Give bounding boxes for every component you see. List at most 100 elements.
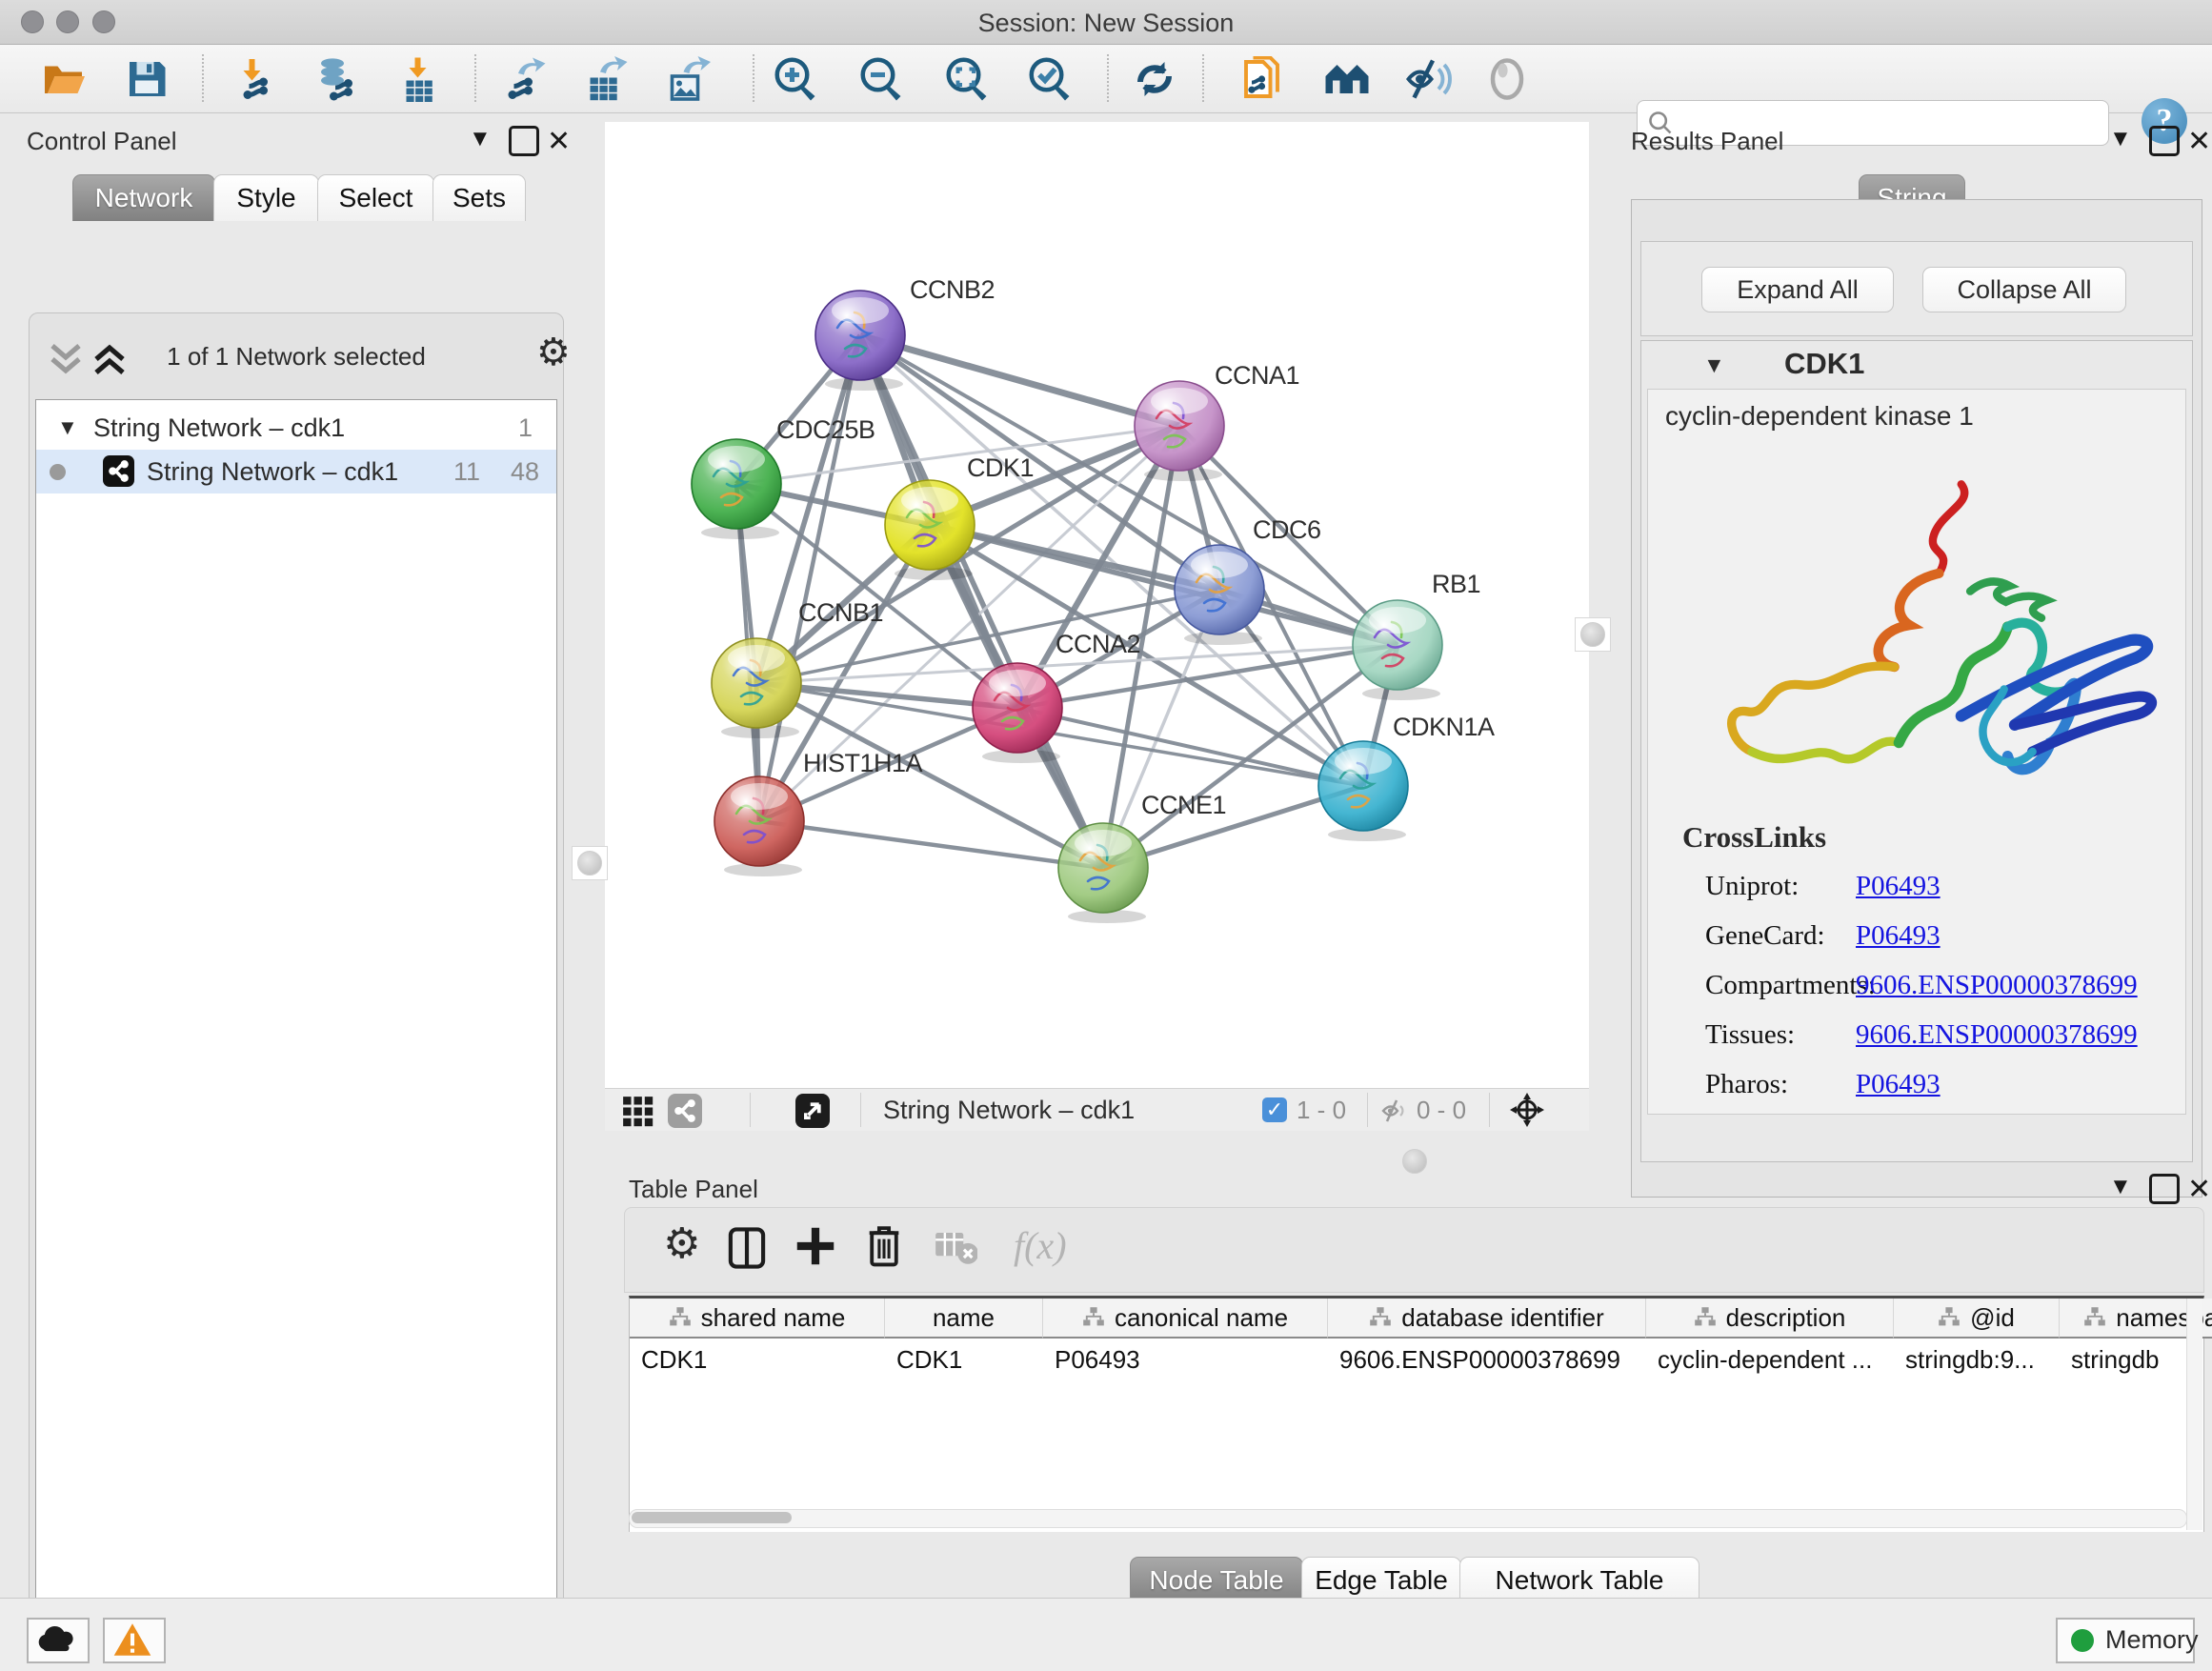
crosslink-label: Compartments: bbox=[1705, 970, 1876, 1001]
zoom-fit-icon[interactable] bbox=[943, 56, 993, 102]
table-delete-icon[interactable] bbox=[865, 1223, 903, 1272]
table-cell[interactable]: P06493 bbox=[1043, 1340, 1328, 1379]
zoom-selected-icon[interactable] bbox=[1026, 56, 1076, 102]
column-header-description[interactable]: description bbox=[1646, 1299, 1894, 1339]
network-node[interactable]: HIST1H1A bbox=[714, 749, 923, 876]
network-current-dot-icon bbox=[50, 464, 66, 480]
save-session-icon[interactable] bbox=[122, 56, 171, 102]
column-header-name[interactable]: name bbox=[885, 1299, 1043, 1339]
warning-button[interactable] bbox=[103, 1618, 166, 1663]
main-toolbar: ? bbox=[0, 45, 2212, 113]
table-hscrollbar[interactable] bbox=[629, 1509, 2187, 1528]
network-canvas[interactable]: CCNB2 CCNA1 CDC25B bbox=[605, 122, 1589, 1088]
tab-network[interactable]: Network bbox=[72, 174, 215, 221]
network-edge[interactable] bbox=[930, 525, 1398, 645]
results-panel-close-icon[interactable]: ✕ bbox=[2187, 125, 2211, 158]
network-node-label: CCNB2 bbox=[910, 275, 995, 304]
open-session-icon[interactable] bbox=[40, 56, 90, 102]
selected-counts: 1 - 0 bbox=[1297, 1096, 1346, 1125]
crosslink-label: Uniprot: bbox=[1705, 871, 1799, 902]
table-cell[interactable]: 9606.ENSP00000378699 bbox=[1328, 1340, 1646, 1379]
network-edge[interactable] bbox=[860, 335, 1179, 426]
control-panel-close-icon[interactable]: ✕ bbox=[547, 125, 571, 158]
crosslink-link[interactable]: P06493 bbox=[1856, 871, 1941, 902]
hide-eye-icon[interactable] bbox=[1402, 56, 1452, 102]
canvas-toolbar: String Network – cdk1 ✓ 1 - 0 0 - 0 bbox=[605, 1088, 1589, 1131]
results-button-row: Expand All Collapse All bbox=[1640, 241, 2193, 336]
network-edge[interactable] bbox=[1017, 708, 1363, 786]
tab-sets[interactable]: Sets bbox=[432, 174, 526, 221]
expand-all-button[interactable]: Expand All bbox=[1701, 267, 1894, 312]
table-panel-float-icon[interactable] bbox=[2149, 1174, 2180, 1204]
memory-button[interactable]: Memory bbox=[2056, 1618, 2195, 1663]
birdseye-view-icon[interactable] bbox=[795, 1094, 830, 1128]
table-columns-icon[interactable] bbox=[728, 1227, 766, 1274]
status-bar: Memory bbox=[0, 1598, 2212, 1671]
import-table-icon[interactable] bbox=[394, 56, 444, 102]
crosslink-link[interactable]: 9606.ENSP00000378699 bbox=[1856, 1019, 2138, 1051]
refresh-icon[interactable] bbox=[1130, 56, 1179, 102]
column-header--id[interactable]: @id bbox=[1894, 1299, 2060, 1339]
network-row[interactable]: String Network – cdk1 11 48 bbox=[36, 450, 556, 493]
zoom-in-icon[interactable] bbox=[772, 56, 821, 102]
network-edge[interactable] bbox=[759, 821, 1103, 868]
tab-edge-table[interactable]: Edge Table bbox=[1301, 1557, 1461, 1603]
homes-icon[interactable] bbox=[1322, 56, 1372, 102]
table-panel-collapse-icon[interactable]: ▼ bbox=[2109, 1174, 2132, 1200]
column-header-canonical-name[interactable]: canonical name bbox=[1043, 1299, 1328, 1339]
table-add-icon[interactable] bbox=[794, 1225, 836, 1272]
grid-view-icon[interactable] bbox=[622, 1096, 654, 1133]
export-network-icon[interactable] bbox=[499, 56, 549, 102]
control-panel-float-icon[interactable] bbox=[509, 126, 539, 156]
network-node[interactable]: RB1 bbox=[1353, 570, 1480, 700]
collection-count: 1 bbox=[518, 406, 533, 450]
collapse-all-button[interactable]: Collapse All bbox=[1922, 267, 2126, 312]
network-node[interactable]: CDKN1A bbox=[1318, 713, 1495, 841]
protein-description: cyclin-dependent kinase 1 bbox=[1665, 401, 1974, 432]
right-splitter[interactable] bbox=[1575, 617, 1611, 652]
cdk1-expander-icon[interactable]: ▼ bbox=[1703, 352, 1725, 378]
selected-checkbox-icon[interactable]: ✓ bbox=[1262, 1097, 1287, 1122]
left-splitter[interactable] bbox=[572, 846, 608, 880]
fit-selection-crosshair-icon[interactable] bbox=[1508, 1091, 1546, 1134]
control-panel-collapse-icon[interactable]: ▼ bbox=[469, 126, 492, 152]
cloud-button[interactable] bbox=[27, 1618, 90, 1663]
network-node[interactable]: CCNB1 bbox=[712, 598, 883, 738]
network-collection-row[interactable]: ▼ String Network – cdk1 1 bbox=[36, 406, 556, 450]
network-options-gear-icon[interactable]: ⚙ bbox=[536, 331, 571, 374]
tab-select[interactable]: Select bbox=[317, 174, 434, 221]
results-panel-float-icon[interactable] bbox=[2149, 126, 2180, 156]
network-edge[interactable] bbox=[860, 335, 1103, 868]
table-gear-icon[interactable]: ⚙ bbox=[663, 1223, 700, 1265]
table-cell[interactable]: CDK1 bbox=[630, 1340, 885, 1379]
export-table-icon[interactable] bbox=[581, 56, 631, 102]
column-header-database-identifier[interactable]: database identifier bbox=[1328, 1299, 1646, 1339]
tab-network-table[interactable]: Network Table bbox=[1459, 1557, 1699, 1603]
tab-style[interactable]: Style bbox=[213, 174, 319, 221]
table-cell[interactable]: cyclin-dependent ... bbox=[1646, 1340, 1894, 1379]
crosslink-link[interactable]: P06493 bbox=[1856, 920, 1941, 952]
export-image-icon[interactable] bbox=[663, 56, 713, 102]
table-cell[interactable]: stringdb:9... bbox=[1894, 1340, 2060, 1379]
network-node[interactable]: CCNE1 bbox=[1058, 791, 1226, 923]
crosslink-link[interactable]: 9606.ENSP00000378699 bbox=[1856, 970, 2138, 1001]
network-graph: CCNB2 CCNA1 CDC25B bbox=[605, 122, 1589, 1088]
tab-node-table[interactable]: Node Table bbox=[1130, 1557, 1303, 1603]
network-node-label: CDK1 bbox=[967, 453, 1034, 482]
crosslink-link[interactable]: P06493 bbox=[1856, 1069, 1941, 1100]
table-vscrollbar[interactable] bbox=[2186, 1299, 2202, 1530]
table-panel-close-icon[interactable]: ✕ bbox=[2187, 1173, 2211, 1206]
column-header-shared-name[interactable]: shared name bbox=[630, 1299, 885, 1339]
import-network-icon[interactable] bbox=[229, 56, 278, 102]
highlight-eye-icon[interactable] bbox=[1482, 56, 1532, 102]
share-document-icon[interactable] bbox=[1238, 56, 1288, 102]
import-database-icon[interactable] bbox=[311, 56, 360, 102]
memory-label: Memory bbox=[2105, 1625, 2199, 1655]
collection-label: String Network – cdk1 bbox=[93, 406, 345, 450]
network-view-icon[interactable] bbox=[668, 1094, 702, 1128]
results-panel-collapse-icon[interactable]: ▼ bbox=[2109, 126, 2132, 152]
zoom-out-icon[interactable] bbox=[857, 56, 907, 102]
collection-expander-icon[interactable]: ▼ bbox=[57, 406, 78, 450]
network-node-label: CDKN1A bbox=[1393, 713, 1495, 741]
table-cell[interactable]: CDK1 bbox=[885, 1340, 1043, 1379]
